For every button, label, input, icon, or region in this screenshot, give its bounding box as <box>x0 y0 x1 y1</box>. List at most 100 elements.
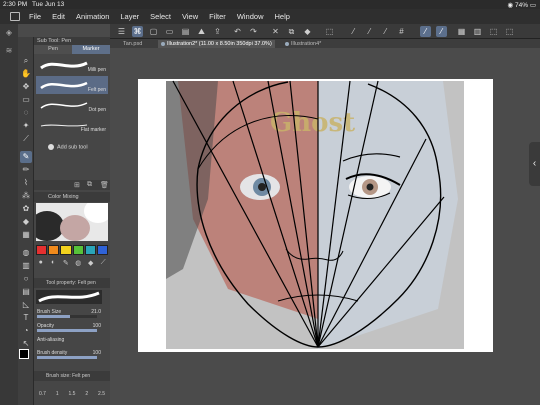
mix-blend-icon[interactable]: ◐ <box>49 259 59 269</box>
stroke-smoothing-icon[interactable]: ⁄ <box>420 26 431 37</box>
select-tool-icon[interactable]: ▭ <box>20 94 32 106</box>
snap-off-icon[interactable]: ⁄ <box>348 26 359 37</box>
hand-tool-icon[interactable]: ✋ <box>20 68 32 80</box>
brush-size-slider[interactable] <box>37 315 97 318</box>
clear-icon[interactable]: ✕ <box>270 26 281 37</box>
fill-tool-icon[interactable]: ◍ <box>20 247 32 259</box>
brush-tool-icon[interactable]: ⌇ <box>20 177 32 189</box>
swatch-orange[interactable] <box>48 245 60 255</box>
tab-close-icon[interactable] <box>285 42 289 46</box>
stack-dock-icon[interactable]: ≋ <box>3 46 15 58</box>
tab-close-icon[interactable] <box>161 42 165 46</box>
brush-item-milli-pen[interactable]: Milli pen <box>36 56 108 74</box>
main-color-swatch[interactable] <box>19 349 29 359</box>
undo-icon[interactable]: ↶ <box>232 26 243 37</box>
collapse-panel-handle[interactable]: ‹ <box>529 142 540 186</box>
menu-animation[interactable]: Animation <box>76 12 109 21</box>
add-sub-tool-button[interactable]: Add sub tool <box>48 144 88 150</box>
new-file-icon[interactable]: ▢ <box>148 26 159 37</box>
modifier-key-icon[interactable]: ⌘ <box>132 26 143 37</box>
tab-document-tan[interactable]: Tan.psd <box>120 40 145 48</box>
move-tool-icon[interactable]: ✥ <box>20 81 32 93</box>
display-icon[interactable]: ⬚ <box>504 26 515 37</box>
opacity-row[interactable]: Opacity 100 <box>37 323 107 333</box>
balloon-tool-icon[interactable]: ◔ <box>20 325 32 337</box>
ruler-tool-icon[interactable]: ◺ <box>20 299 32 311</box>
snap-grid-icon[interactable]: # <box>396 26 407 37</box>
text-tool-icon[interactable]: T <box>20 312 32 324</box>
menu-icon[interactable]: ☰ <box>116 26 127 37</box>
new-sub-tool-icon[interactable]: ⊞ <box>74 181 80 189</box>
menu-filter[interactable]: Filter <box>209 12 226 21</box>
mix-eyedropper-icon[interactable]: ⟋ <box>99 259 109 269</box>
brush-item-felt-pen[interactable]: Felt pen <box>36 76 108 94</box>
menu-file[interactable]: File <box>29 12 41 21</box>
stroke-pressure-icon[interactable]: ⁄ <box>436 26 447 37</box>
brush-item-dot-pen[interactable]: Dot pen <box>36 96 108 114</box>
menu-window[interactable]: Window <box>237 12 264 21</box>
swatch-yellow[interactable] <box>60 245 72 255</box>
opacity-slider[interactable] <box>37 329 97 332</box>
pen-tool-icon[interactable]: ✎ <box>20 151 32 163</box>
tab-document-illustration4[interactable]: Illustration4* <box>282 40 324 48</box>
brush-item-flat-marker[interactable]: Flat marker <box>36 116 108 134</box>
menu-edit[interactable]: Edit <box>52 12 65 21</box>
menu-help[interactable]: Help <box>275 12 290 21</box>
decoration-tool-icon[interactable]: ✿ <box>20 203 32 215</box>
wand-tool-icon[interactable]: ✦ <box>20 120 32 132</box>
save-icon[interactable]: ▭ <box>164 26 175 37</box>
swatch-green[interactable] <box>72 245 84 255</box>
airbrush-tool-icon[interactable]: ⁂ <box>20 190 32 202</box>
layer-mask-icon[interactable]: ▥ <box>472 26 483 37</box>
layer-ref-icon[interactable]: ▦ <box>456 26 467 37</box>
swatch-red[interactable] <box>36 245 48 255</box>
menu-view[interactable]: View <box>182 12 198 21</box>
mix-brush-icon[interactable]: ● <box>36 259 46 269</box>
menu-layer[interactable]: Layer <box>120 12 139 21</box>
snap-special-icon[interactable]: ⁄ <box>380 26 391 37</box>
brush-density-slider[interactable] <box>37 356 97 359</box>
mix-drop-icon[interactable]: ◆ <box>86 259 96 269</box>
brush-size-row[interactable]: Brush Size 21.0 <box>37 309 107 319</box>
frame-tool-icon[interactable]: ▤ <box>20 286 32 298</box>
lasso-tool-icon[interactable]: ◌ <box>20 107 32 119</box>
swatch-blue[interactable] <box>96 245 109 255</box>
import-image-icon[interactable]: ⛰ <box>196 26 207 37</box>
shape-tool-icon[interactable]: ○ <box>20 273 32 285</box>
export-icon[interactable]: ⇪ <box>212 26 223 37</box>
blend-tool-icon[interactable]: ▦ <box>20 229 32 241</box>
trash-icon[interactable]: 🗑 <box>100 181 109 189</box>
antialias-row[interactable]: Anti-aliasing <box>37 337 107 347</box>
layers-dock-icon[interactable]: ◈ <box>3 28 15 40</box>
app-menu-icon[interactable] <box>10 12 20 21</box>
snap-ruler-icon[interactable]: ⁄ <box>364 26 375 37</box>
eraser-tool-icon[interactable]: ◆ <box>20 216 32 228</box>
duplicate-sub-tool-icon[interactable]: ⧉ <box>87 181 92 189</box>
brush-size-preset[interactable]: 1.5 <box>69 391 76 401</box>
brush-size-preset[interactable]: 1 <box>56 391 59 401</box>
tab-document-illustration2[interactable]: Illustration2* (11.00 x 8.50in 350dpi 37… <box>158 40 275 48</box>
brush-size-preset[interactable]: 0.7 <box>39 391 46 401</box>
open-folder-icon[interactable]: ▤ <box>180 26 191 37</box>
mix-pen-icon[interactable]: ✎ <box>61 259 71 269</box>
copy-icon[interactable]: ⧉ <box>286 26 297 37</box>
brush-size-preset[interactable]: 2.5 <box>98 391 105 401</box>
swatch-cyan[interactable] <box>84 245 96 255</box>
brush-size-preset[interactable]: 2 <box>85 391 88 401</box>
menu-select[interactable]: Select <box>150 12 171 21</box>
zoom-tool-icon[interactable]: ⌕ <box>20 55 32 67</box>
mix-fill-icon[interactable]: ◍ <box>74 259 84 269</box>
color-mixing-canvas[interactable] <box>36 203 108 241</box>
tab-marker[interactable]: Marker <box>72 45 110 54</box>
brush-density-row[interactable]: Brush density 100 <box>37 350 107 360</box>
eyedropper-tool-icon[interactable]: ⟋ <box>20 133 32 145</box>
transform-icon[interactable]: ⬚ <box>324 26 335 37</box>
gradient-tool-icon[interactable]: ▥ <box>20 260 32 272</box>
fill-icon[interactable]: ◆ <box>302 26 313 37</box>
tab-pen[interactable]: Pen <box>34 45 72 54</box>
drawing-canvas[interactable]: Ghost <box>138 79 493 352</box>
redo-icon[interactable]: ↷ <box>248 26 259 37</box>
selection-icon[interactable]: ⬚ <box>488 26 499 37</box>
brush-stroke-preview <box>40 61 88 70</box>
pencil-tool-icon[interactable]: ✏ <box>20 164 32 176</box>
